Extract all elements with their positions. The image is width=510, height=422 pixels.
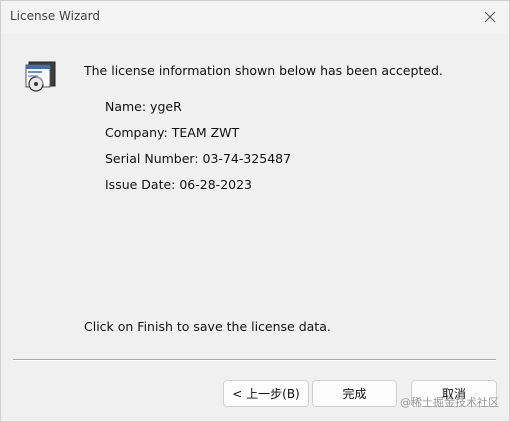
license-serial-number: Serial Number: 03-74-325487 bbox=[105, 151, 292, 166]
license-company: Company: TEAM ZWT bbox=[105, 125, 240, 140]
license-wizard-icon bbox=[25, 61, 56, 92]
footer-separator bbox=[13, 359, 496, 361]
accepted-message: The license information shown below has … bbox=[84, 63, 443, 78]
back-button[interactable]: < 上一步(B) bbox=[223, 380, 309, 407]
finish-button[interactable]: 完成 bbox=[312, 380, 397, 407]
close-icon bbox=[484, 11, 496, 23]
title-bar: License Wizard bbox=[1, 1, 509, 33]
window-title: License Wizard bbox=[10, 9, 100, 23]
license-issue-date: Issue Date: 06-28-2023 bbox=[105, 177, 253, 192]
license-wizard-window: License Wizard The license information s… bbox=[0, 0, 510, 422]
finish-message: Click on Finish to save the license data… bbox=[84, 319, 331, 334]
close-button[interactable] bbox=[477, 4, 503, 30]
cancel-button[interactable]: 取消 bbox=[411, 380, 497, 407]
license-name: Name: ygeR bbox=[105, 99, 182, 114]
